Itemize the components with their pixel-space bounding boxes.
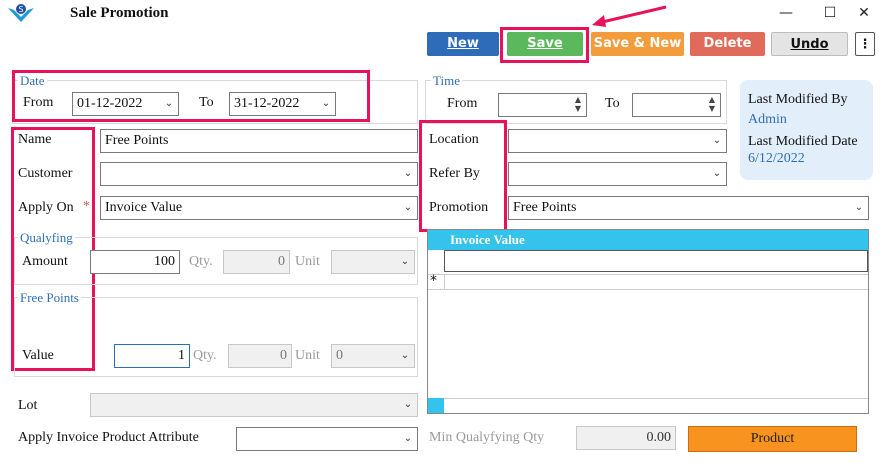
qualifying-qty-input: 0 [223,250,290,274]
invoice-value-grid[interactable]: Invoice Value * [427,229,869,414]
chevron-down-icon: ⌄ [712,135,722,146]
chevron-down-icon: ⌄ [164,98,174,109]
free-points-qty-input: 0 [228,344,292,368]
spinner-arrows-icon: ▲ ▼ [708,95,716,113]
time-to-label: To [605,96,620,111]
new-row-marker: * [430,273,437,289]
time-from-spinner[interactable]: ▲ ▼ [498,93,587,117]
undo-button[interactable]: Undo [771,32,848,56]
last-modified-date-value: 6/12/2022 [748,151,805,166]
product-button[interactable]: Product [688,426,857,452]
chevron-down-icon: ⌄ [321,98,331,109]
save-and-new-button[interactable]: Save & New [591,32,684,56]
date-to-picker[interactable]: 31-12-2022 ⌄ [229,92,336,116]
last-modified-by-value: Admin [748,112,787,127]
date-from-picker[interactable]: 01-12-2022 ⌄ [72,92,179,116]
date-to-label: To [199,95,214,110]
refer-by-select[interactable]: ⌄ [508,162,727,186]
chevron-down-icon: ⌄ [400,350,410,361]
customer-select[interactable]: ⌄ [100,162,418,186]
delete-button[interactable]: Delete [690,32,765,56]
close-icon[interactable]: ✕ [849,2,879,24]
time-from-label: From [447,96,478,111]
qualifying-unit-label: Unit [295,254,320,269]
date-to-value: 31-12-2022 [234,96,300,111]
chevron-down-icon: ⌄ [854,202,864,213]
free-points-unit-label: Unit [295,348,320,363]
apply-on-value: Invoice Value [105,200,183,215]
promotion-label: Promotion [429,200,489,215]
free-points-unit-value: 0 [336,348,343,363]
value-input[interactable]: 1 [114,344,190,368]
qualifying-unit-select: ⌄ [331,250,415,274]
grid-divider [444,274,445,290]
grid-cell-input[interactable] [444,250,868,272]
free-points-qty-label: Qty. [193,348,217,363]
last-modified-date-label: Last Modified Date [748,134,858,149]
free-points-unit-select: 0 ⌄ [331,344,415,368]
minimize-icon[interactable]: — [771,2,801,24]
chevron-down-icon: ⌄ [403,399,413,410]
last-modified-by-label: Last Modified By [748,92,848,107]
window-title: Sale Promotion [70,5,169,21]
chevron-down-icon: ⌄ [400,256,410,267]
amount-input[interactable]: 100 [90,250,180,274]
time-to-spinner[interactable]: ▲ ▼ [632,93,721,117]
value-label: Value [22,348,54,363]
more-options-button[interactable]: ⋮ [855,32,875,56]
apply-on-select[interactable]: Invoice Value ⌄ [100,196,418,220]
save-button[interactable]: Save [507,32,583,56]
app-logo-icon: S [8,4,34,22]
grid-new-row[interactable] [428,274,868,290]
chevron-down-icon: ⌄ [403,202,413,213]
min-qualifying-qty-input: 0.00 [576,426,676,450]
name-label: Name [18,132,52,147]
time-group-title: Time [431,73,462,89]
grid-footer-marker [428,398,444,413]
annotation-arrow [592,5,667,27]
chevron-down-icon: ⌄ [403,433,413,444]
amount-label: Amount [22,254,68,269]
date-from-value: 01-12-2022 [77,96,143,111]
new-button[interactable]: New [427,32,499,56]
grid-footer-row [444,398,868,413]
refer-by-label: Refer By [429,166,480,181]
apply-on-label: Apply On [18,200,74,215]
required-marker: * [83,199,90,214]
free-points-group-title: Free Points [18,290,81,306]
apply-attribute-label: Apply Invoice Product Attribute [18,430,199,445]
location-label: Location [429,132,479,147]
qualifying-qty-label: Qty. [189,254,213,269]
maximize-icon[interactable]: ☐ [815,2,845,24]
name-input[interactable]: Free Points [100,129,418,153]
spinner-arrows-icon: ▲ ▼ [574,95,582,113]
min-qualifying-qty-label: Min Qualyfying Qty [429,430,545,445]
svg-text:S: S [19,5,24,14]
chevron-down-icon: ⌄ [712,168,722,179]
promotion-select[interactable]: Free Points ⌄ [508,196,869,220]
lot-label: Lot [18,398,38,413]
chevron-down-icon: ⌄ [403,168,413,179]
grid-header-invoice-value[interactable]: Invoice Value [450,232,525,248]
apply-attribute-select[interactable]: ⌄ [236,427,418,451]
qualifying-group-title: Qualyfing [18,230,75,246]
date-from-label: From [23,95,54,110]
customer-label: Customer [18,166,73,181]
lot-select: ⌄ [90,393,418,417]
promotion-value: Free Points [513,200,577,215]
location-select[interactable]: ⌄ [508,129,727,153]
